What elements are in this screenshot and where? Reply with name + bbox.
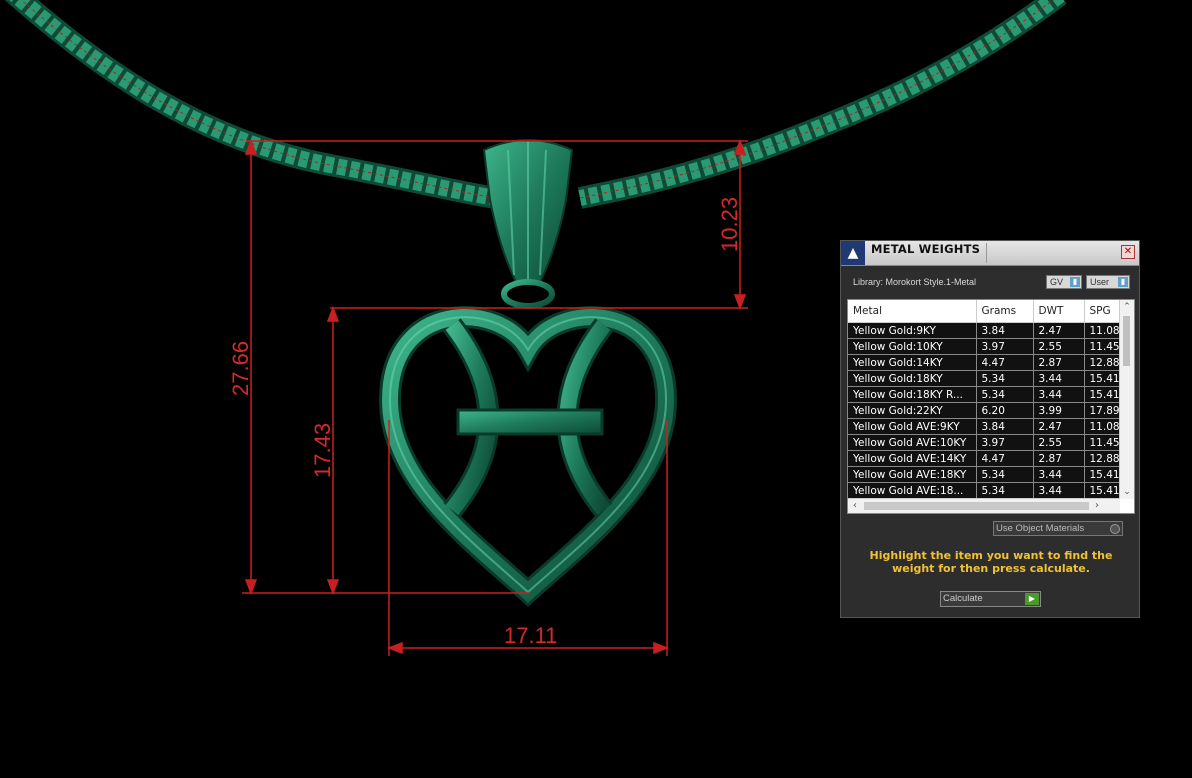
table-cell: 2.47 xyxy=(1033,418,1085,435)
column-header[interactable]: Metal xyxy=(848,300,977,323)
table-cell: Yellow Gold AVE:18KY xyxy=(848,466,977,483)
scroll-left-icon[interactable]: ‹ xyxy=(848,499,862,513)
table-row[interactable]: Yellow Gold AVE:9KY 3.84 2.47 11.08 xyxy=(848,418,1121,435)
table-cell: 11.45 xyxy=(1084,338,1121,355)
column-header[interactable]: DWT xyxy=(1033,300,1085,323)
table-cell: 5.34 xyxy=(976,386,1034,403)
dropdown-arrow-icon: ▮ xyxy=(1118,277,1128,287)
scroll-thumb[interactable] xyxy=(1123,316,1130,366)
table-row[interactable]: Yellow Gold:18KY R... 5.34 3.44 15.41 xyxy=(848,386,1121,403)
table-cell: Yellow Gold AVE:9KY xyxy=(848,418,977,435)
metal-weights-panel: ▲ METAL WEIGHTS ✕ Library: Morokort Styl… xyxy=(840,240,1140,618)
table-cell: 5.34 xyxy=(976,370,1034,387)
gv-label: GV xyxy=(1050,277,1064,287)
table-row[interactable]: Yellow Gold AVE:18... 5.34 3.44 15.41 xyxy=(848,482,1121,499)
close-button[interactable]: ✕ xyxy=(1121,245,1135,259)
library-label: Library: Morokort Style.1-Metal xyxy=(853,277,977,287)
table-cell: Yellow Gold AVE:14KY xyxy=(848,450,977,467)
table-cell: 2.87 xyxy=(1033,450,1085,467)
table-row[interactable]: Yellow Gold:10KY 3.97 2.55 11.45 xyxy=(848,338,1121,355)
table-cell: Yellow Gold AVE:10KY xyxy=(848,434,977,451)
table-cell: 2.55 xyxy=(1033,338,1085,355)
table-row[interactable]: Yellow Gold AVE:18KY 5.34 3.44 15.41 xyxy=(848,466,1121,483)
table-cell: Yellow Gold:18KY xyxy=(848,370,977,387)
scroll-right-icon[interactable]: › xyxy=(1090,499,1104,513)
table-cell: Yellow Gold AVE:18... xyxy=(848,482,977,499)
dropdown-arrow-icon: ▮ xyxy=(1070,277,1080,287)
table-cell: 5.34 xyxy=(976,482,1034,499)
table-cell: Yellow Gold:14KY xyxy=(848,354,977,371)
app-logo-icon: ▲ xyxy=(841,241,865,265)
use-object-materials-label: Use Object Materials xyxy=(996,523,1085,534)
table-cell: 2.47 xyxy=(1033,322,1085,339)
play-icon: ▶ xyxy=(1025,593,1039,605)
instruction-text: Highlight the item you want to find the … xyxy=(869,549,1113,575)
scroll-down-icon[interactable]: ⌄ xyxy=(1120,485,1134,499)
title-divider xyxy=(986,243,987,263)
table-header-row: Metal Grams DWT SPG xyxy=(848,300,1121,323)
radio-icon xyxy=(1110,524,1120,534)
use-object-materials-toggle[interactable]: Use Object Materials xyxy=(993,521,1123,536)
table-cell: Yellow Gold:10KY xyxy=(848,338,977,355)
panel-title: METAL WEIGHTS xyxy=(871,242,981,256)
user-dropdown[interactable]: User ▮ xyxy=(1086,275,1130,289)
table-cell: 3.99 xyxy=(1033,402,1085,419)
table-cell: 4.47 xyxy=(976,450,1034,467)
table-cell: 11.45 xyxy=(1084,434,1121,451)
table-cell: 15.41 xyxy=(1084,482,1121,499)
table-cell: 3.97 xyxy=(976,338,1034,355)
table-row[interactable]: Yellow Gold:18KY 5.34 3.44 15.41 xyxy=(848,370,1121,387)
column-header[interactable]: SPG xyxy=(1084,300,1121,323)
horizontal-scrollbar[interactable]: ‹ › xyxy=(848,498,1120,513)
table-cell: 3.44 xyxy=(1033,466,1085,483)
user-label: User xyxy=(1090,277,1110,287)
table-row[interactable]: Yellow Gold:22KY 6.20 3.99 17.89 xyxy=(848,402,1121,419)
table-row[interactable]: Yellow Gold:14KY 4.47 2.87 12.88 xyxy=(848,354,1121,371)
table-cell: 12.88 xyxy=(1084,450,1121,467)
heart-pendant xyxy=(378,306,678,607)
table-cell: 3.44 xyxy=(1033,370,1085,387)
dim-width: 17.11 xyxy=(504,623,557,648)
table-cell: 12.88 xyxy=(1084,354,1121,371)
gv-dropdown[interactable]: GV ▮ xyxy=(1046,275,1082,289)
dim-heart-height: 17.43 xyxy=(310,423,335,478)
dim-total-height: 27.66 xyxy=(228,341,253,396)
table-cell: 2.55 xyxy=(1033,434,1085,451)
table-row[interactable]: Yellow Gold AVE:10KY 3.97 2.55 11.45 xyxy=(848,434,1121,451)
table-cell: 3.84 xyxy=(976,418,1034,435)
table-cell: 11.08 xyxy=(1084,418,1121,435)
table-cell: 3.84 xyxy=(976,322,1034,339)
table-cell: Yellow Gold:9KY xyxy=(848,322,977,339)
table-cell: 17.89 xyxy=(1084,402,1121,419)
table-cell: Yellow Gold:18KY R... xyxy=(848,386,977,403)
table-cell: 3.44 xyxy=(1033,482,1085,499)
dim-bail-height: 10.23 xyxy=(717,197,742,252)
table-cell: 11.08 xyxy=(1084,322,1121,339)
table-cell: 15.41 xyxy=(1084,466,1121,483)
panel-titlebar[interactable]: ▲ METAL WEIGHTS ✕ xyxy=(841,241,1139,266)
metal-table: Metal Grams DWT SPG Yellow Gold:9KY 3.84 2… xyxy=(847,299,1135,514)
scroll-thumb[interactable] xyxy=(864,502,1089,510)
table-row[interactable]: Yellow Gold AVE:14KY 4.47 2.87 12.88 xyxy=(848,450,1121,467)
table-cell: 3.44 xyxy=(1033,386,1085,403)
scroll-up-icon[interactable]: ⌃ xyxy=(1120,300,1134,314)
table-cell: 4.47 xyxy=(976,354,1034,371)
column-header[interactable]: Grams xyxy=(976,300,1034,323)
pendant-bail xyxy=(482,139,574,309)
table-cell: 15.41 xyxy=(1084,386,1121,403)
vertical-scrollbar[interactable]: ⌃ ⌄ xyxy=(1119,300,1134,499)
table-cell: Yellow Gold:22KY xyxy=(848,402,977,419)
table-cell: 3.97 xyxy=(976,434,1034,451)
table-cell: 2.87 xyxy=(1033,354,1085,371)
calculate-label: Calculate xyxy=(943,593,983,604)
table-row[interactable]: Yellow Gold:9KY 3.84 2.47 11.08 xyxy=(848,322,1121,339)
table-cell: 15.41 xyxy=(1084,370,1121,387)
table-cell: 5.34 xyxy=(976,466,1034,483)
calculate-button[interactable]: Calculate ▶ xyxy=(940,591,1041,607)
table-cell: 6.20 xyxy=(976,402,1034,419)
